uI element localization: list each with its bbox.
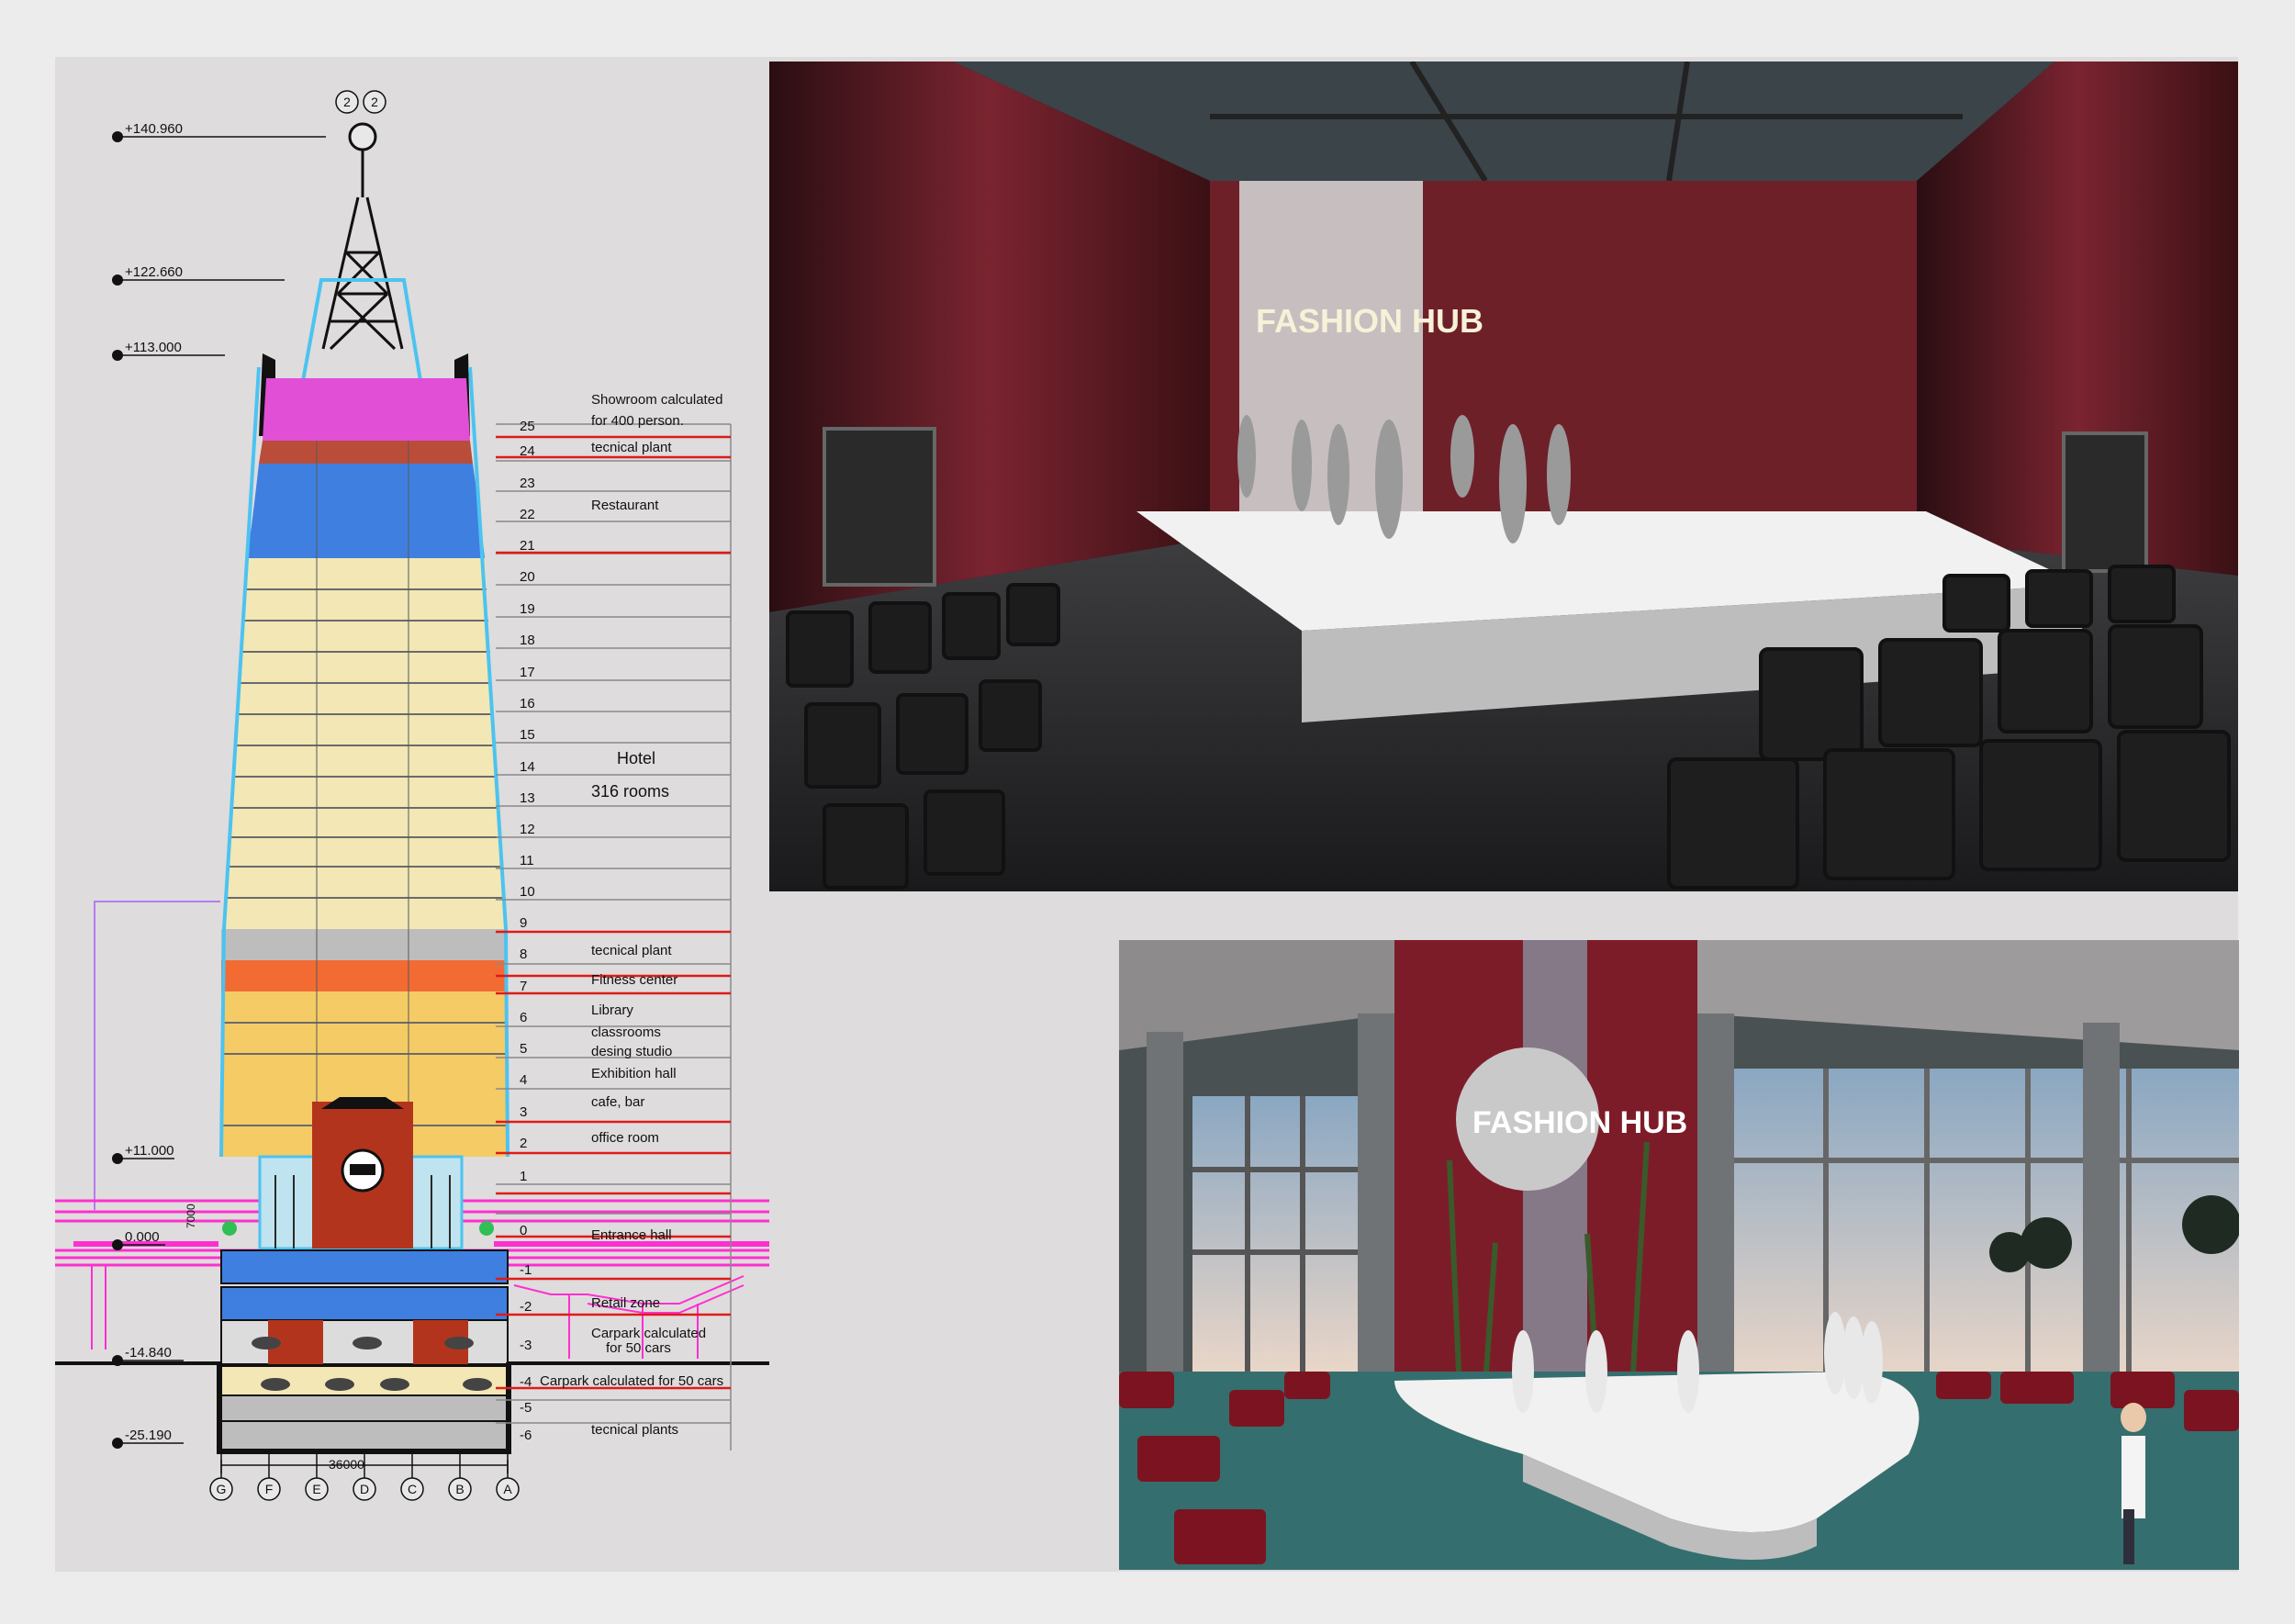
svg-text:for 400 person.: for 400 person.	[591, 413, 684, 429]
svg-text:10: 10	[520, 884, 535, 900]
svg-text:classrooms: classrooms	[591, 1025, 661, 1040]
svg-text:cafe, bar: cafe, bar	[591, 1094, 644, 1110]
function-labels: Showroom calculated for 400 person. tecn…	[540, 392, 723, 1438]
floor-23	[255, 464, 477, 496]
svg-text:for 50 cars: for 50 cars	[606, 1340, 671, 1356]
floor-21	[246, 526, 485, 558]
dimension-height: 7000	[185, 1204, 197, 1228]
bottom-grid-bubbles: G F E D C B A	[209, 1454, 520, 1501]
svg-text:19: 19	[520, 601, 535, 617]
floor-22	[252, 496, 481, 526]
svg-text:24: 24	[520, 443, 535, 459]
svg-text:-3: -3	[520, 1338, 532, 1353]
svg-text:2: 2	[371, 95, 378, 109]
svg-text:Restaurant: Restaurant	[591, 498, 659, 513]
svg-text:+11.000: +11.000	[125, 1143, 174, 1159]
svg-text:20: 20	[520, 569, 535, 585]
building-section-drawing: 25 24 23 22 21 20 19 18 17 16 15 14 13 1…	[55, 90, 769, 1501]
svg-text:17: 17	[520, 665, 535, 680]
svg-text:Retail zone: Retail zone	[591, 1295, 660, 1311]
runway-hall-render: FASHION HUB	[769, 62, 2238, 891]
floor-25	[263, 378, 470, 441]
svg-text:+113.000: +113.000	[125, 340, 182, 355]
svg-text:A: A	[503, 1482, 512, 1496]
floors-6-4	[221, 991, 508, 1092]
svg-text:6: 6	[520, 1010, 527, 1025]
svg-text:18: 18	[520, 633, 535, 648]
svg-text:14: 14	[520, 759, 535, 775]
underground-levels	[217, 1249, 511, 1454]
fashion-hub-disc-sign: FASHION HUB	[1472, 1105, 1687, 1140]
svg-text:16: 16	[520, 696, 535, 711]
dimension-width: 36000	[329, 1457, 364, 1472]
svg-text:21: 21	[520, 538, 535, 554]
svg-text:23: 23	[520, 476, 535, 491]
svg-text:F: F	[265, 1482, 274, 1496]
svg-text:Carpark calculated: Carpark calculated	[591, 1326, 706, 1341]
svg-text:3: 3	[520, 1104, 527, 1120]
svg-text:-4: -4	[520, 1374, 532, 1390]
svg-text:Carpark calculated for 50 cars: Carpark calculated for 50 cars	[540, 1373, 723, 1389]
floor-24	[259, 441, 473, 464]
svg-text:tecnical plant: tecnical plant	[591, 943, 672, 958]
svg-text:11: 11	[520, 853, 534, 868]
top-grid-bubbles: 2 2	[335, 90, 386, 114]
svg-text:C: C	[408, 1482, 417, 1496]
hotel-floors	[224, 558, 506, 929]
svg-text:tecnical plants: tecnical plants	[591, 1422, 678, 1438]
svg-text:D: D	[360, 1482, 369, 1496]
svg-text:-6: -6	[520, 1428, 532, 1443]
svg-text:Entrance hall: Entrance hall	[591, 1227, 672, 1243]
floor-8	[221, 929, 508, 960]
floor-minus-6	[220, 1420, 509, 1451]
svg-text:Exhibition hall: Exhibition hall	[591, 1066, 677, 1081]
svg-text:-25.190: -25.190	[125, 1428, 172, 1443]
svg-text:-2: -2	[520, 1299, 532, 1315]
svg-text:Fitness center: Fitness center	[591, 972, 677, 988]
svg-text:+122.660: +122.660	[125, 264, 183, 280]
svg-text:Showroom calculated: Showroom calculated	[591, 392, 722, 408]
floor-minus-1	[220, 1249, 509, 1284]
svg-text:4: 4	[520, 1072, 527, 1088]
floor-minus-2	[220, 1286, 509, 1321]
svg-text:0: 0	[520, 1223, 527, 1238]
svg-text:office room: office room	[591, 1130, 659, 1146]
svg-text:-14.840: -14.840	[125, 1345, 172, 1361]
svg-text:5: 5	[520, 1041, 527, 1057]
svg-text:Hotel: Hotel	[617, 749, 655, 767]
svg-text:-1: -1	[520, 1262, 532, 1278]
fashion-hub-sign: FASHION HUB	[1256, 302, 1483, 340]
svg-text:22: 22	[520, 507, 535, 522]
svg-text:tecnical plant: tecnical plant	[591, 440, 672, 455]
svg-text:E: E	[312, 1482, 320, 1496]
svg-text:8: 8	[520, 946, 527, 962]
lobby-render: FASHION HUB	[1119, 940, 2239, 1570]
svg-text:B: B	[455, 1482, 464, 1496]
spire-structure	[321, 122, 404, 351]
svg-text:25: 25	[520, 419, 535, 434]
svg-text:1: 1	[520, 1169, 527, 1184]
svg-text:2: 2	[520, 1136, 527, 1151]
svg-text:9: 9	[520, 915, 527, 931]
svg-text:12: 12	[520, 822, 535, 837]
svg-text:13: 13	[520, 790, 535, 806]
floor-minus-5	[220, 1394, 509, 1422]
svg-text:+140.960: +140.960	[125, 121, 183, 137]
svg-text:desing studio: desing studio	[591, 1044, 672, 1059]
tower-floors	[219, 366, 509, 1158]
floor-7	[221, 960, 508, 991]
svg-text:G: G	[217, 1482, 227, 1496]
svg-text:7: 7	[520, 979, 527, 994]
svg-text:Library: Library	[591, 1002, 633, 1018]
svg-text:-5: -5	[520, 1400, 532, 1416]
svg-text:316 rooms: 316 rooms	[591, 782, 669, 801]
svg-text:2: 2	[343, 95, 351, 109]
svg-text:0.000: 0.000	[125, 1229, 160, 1245]
svg-text:15: 15	[520, 727, 535, 743]
